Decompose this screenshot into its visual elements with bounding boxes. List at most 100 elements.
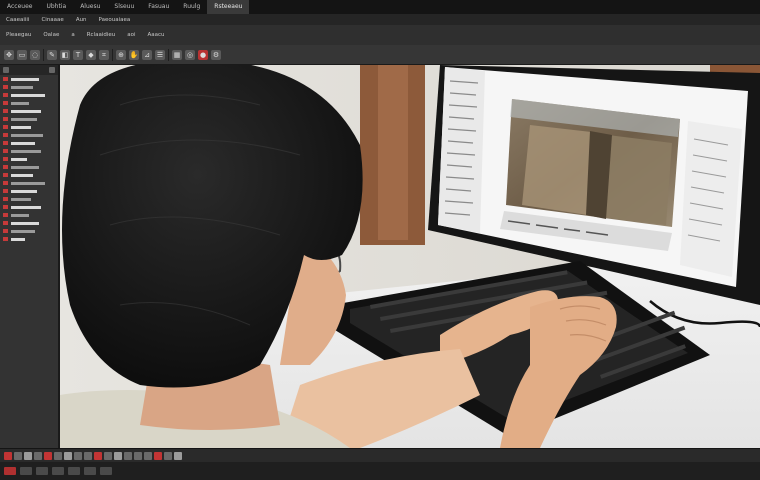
- layer-row[interactable]: [0, 187, 58, 195]
- option-item-6[interactable]: Aaacu: [142, 32, 171, 38]
- status-item[interactable]: [20, 467, 32, 475]
- settings-tool-icon[interactable]: ⚙: [211, 49, 221, 60]
- layer-row[interactable]: [0, 211, 58, 219]
- option-item-3[interactable]: a: [65, 32, 80, 38]
- loop-icon[interactable]: [24, 451, 32, 460]
- marker-icon[interactable]: [94, 451, 102, 460]
- layer-row[interactable]: [0, 171, 58, 179]
- layer-row[interactable]: [0, 83, 58, 91]
- option-item-4[interactable]: Rclaaidieu: [81, 32, 122, 38]
- option-item-2[interactable]: Oalae: [37, 32, 65, 38]
- secondary-item-4[interactable]: Paeouaiaea: [93, 17, 137, 23]
- snap-icon[interactable]: [124, 451, 132, 460]
- layer-name: [11, 141, 35, 145]
- status-item[interactable]: [100, 467, 112, 475]
- secondary-menu-row: Caaeaiiii Cinaaae Aun Paeouaiaea: [0, 14, 760, 25]
- eyedropper-tool-icon[interactable]: ⊿: [142, 49, 152, 60]
- active-tab[interactable]: Rsteeaeu: [207, 0, 250, 14]
- layer-row[interactable]: [0, 91, 58, 99]
- keyframe-icon[interactable]: [44, 451, 52, 460]
- layer-row[interactable]: [0, 123, 58, 131]
- layers-tool-icon[interactable]: ☰: [155, 49, 165, 60]
- layer-icon[interactable]: [54, 451, 62, 460]
- warp-tool-icon[interactable]: ◎: [185, 49, 195, 60]
- menu-item-5[interactable]: Fasuau: [141, 0, 176, 14]
- image-canvas[interactable]: [60, 65, 760, 448]
- move-tool-icon[interactable]: ✥: [4, 49, 14, 60]
- layer-row[interactable]: [0, 179, 58, 187]
- crop-tool-icon[interactable]: ⌗: [99, 49, 109, 60]
- status-bar: [0, 462, 760, 480]
- secondary-item-2[interactable]: Cinaaae: [35, 17, 69, 23]
- select-tool-icon[interactable]: ▭: [17, 49, 27, 60]
- layer-row[interactable]: [0, 155, 58, 163]
- mask-icon[interactable]: [64, 451, 72, 460]
- layer-color-icon: [3, 101, 8, 105]
- layer-row[interactable]: [0, 203, 58, 211]
- layer-name: [11, 229, 35, 233]
- layer-color-icon: [3, 85, 8, 89]
- options-row: Pleaegau Oalae a Rclaaidieu aoi Aaacu: [0, 25, 760, 46]
- record-tool-icon[interactable]: ●: [198, 49, 208, 60]
- menu-item-2[interactable]: Ubhtia: [39, 0, 73, 14]
- layer-row[interactable]: [0, 99, 58, 107]
- menu-item-6[interactable]: Ruulg: [176, 0, 207, 14]
- layer-name: [11, 237, 25, 241]
- layer-color-icon: [3, 237, 8, 241]
- layer-name: [11, 221, 39, 225]
- screen-right-panel: [680, 121, 742, 277]
- layer-row[interactable]: [0, 195, 58, 203]
- toolbar-divider: [43, 48, 44, 61]
- layer-name: [11, 117, 37, 121]
- panel-menu-icon[interactable]: [3, 67, 9, 73]
- layer-row[interactable]: [0, 107, 58, 115]
- split-icon[interactable]: [114, 451, 122, 460]
- status-item[interactable]: [84, 467, 96, 475]
- toolbar-divider: [112, 48, 113, 61]
- zoom-in-icon[interactable]: [134, 451, 142, 460]
- status-item[interactable]: [36, 467, 48, 475]
- layer-row[interactable]: [0, 147, 58, 155]
- play-icon[interactable]: [14, 451, 22, 460]
- menu-item-1[interactable]: Acceuee: [0, 0, 39, 14]
- layer-row[interactable]: [0, 163, 58, 171]
- shape-tool-icon[interactable]: ◆: [86, 49, 96, 60]
- layer-row[interactable]: [0, 115, 58, 123]
- secondary-item-1[interactable]: Caaeaiiii: [0, 17, 35, 23]
- layer-row[interactable]: [0, 131, 58, 139]
- frame-icon[interactable]: [34, 451, 42, 460]
- fill-tool-icon[interactable]: ◧: [60, 49, 70, 60]
- status-record-icon[interactable]: [4, 467, 16, 475]
- lasso-tool-icon[interactable]: ◌: [30, 49, 40, 60]
- status-item[interactable]: [68, 467, 80, 475]
- layer-color-icon: [3, 205, 8, 209]
- status-item[interactable]: [52, 467, 64, 475]
- eye-icon[interactable]: [84, 451, 92, 460]
- zoom-tool-icon[interactable]: ⊕: [116, 49, 126, 60]
- zoom-out-icon[interactable]: [144, 451, 152, 460]
- option-item-1[interactable]: Pleaegau: [0, 32, 37, 38]
- layer-row[interactable]: [0, 227, 58, 235]
- layer-row[interactable]: [0, 139, 58, 147]
- option-item-5[interactable]: aoi: [121, 32, 141, 38]
- layer-name: [11, 181, 45, 185]
- brush-tool-icon[interactable]: ✎: [47, 49, 57, 60]
- panel-close-icon[interactable]: [49, 67, 55, 73]
- menu-item-3[interactable]: Aluesu: [73, 0, 107, 14]
- menu-item-4[interactable]: Slseuu: [107, 0, 141, 14]
- grid-tool-icon[interactable]: ▦: [172, 49, 182, 60]
- layer-row[interactable]: [0, 219, 58, 227]
- fit-icon[interactable]: [164, 451, 172, 460]
- record-icon[interactable]: [4, 451, 12, 460]
- grid-icon[interactable]: [174, 451, 182, 460]
- secondary-item-3[interactable]: Aun: [70, 17, 93, 23]
- hand-tool-icon[interactable]: ✋: [129, 49, 139, 60]
- link-icon[interactable]: [74, 451, 82, 460]
- layer-row[interactable]: [0, 235, 58, 243]
- layer-color-icon: [3, 125, 8, 129]
- layer-color-icon: [3, 213, 8, 217]
- trim-icon[interactable]: [104, 451, 112, 460]
- alert-icon[interactable]: [154, 451, 162, 460]
- layer-row[interactable]: [0, 75, 58, 83]
- text-tool-icon[interactable]: T: [73, 49, 83, 60]
